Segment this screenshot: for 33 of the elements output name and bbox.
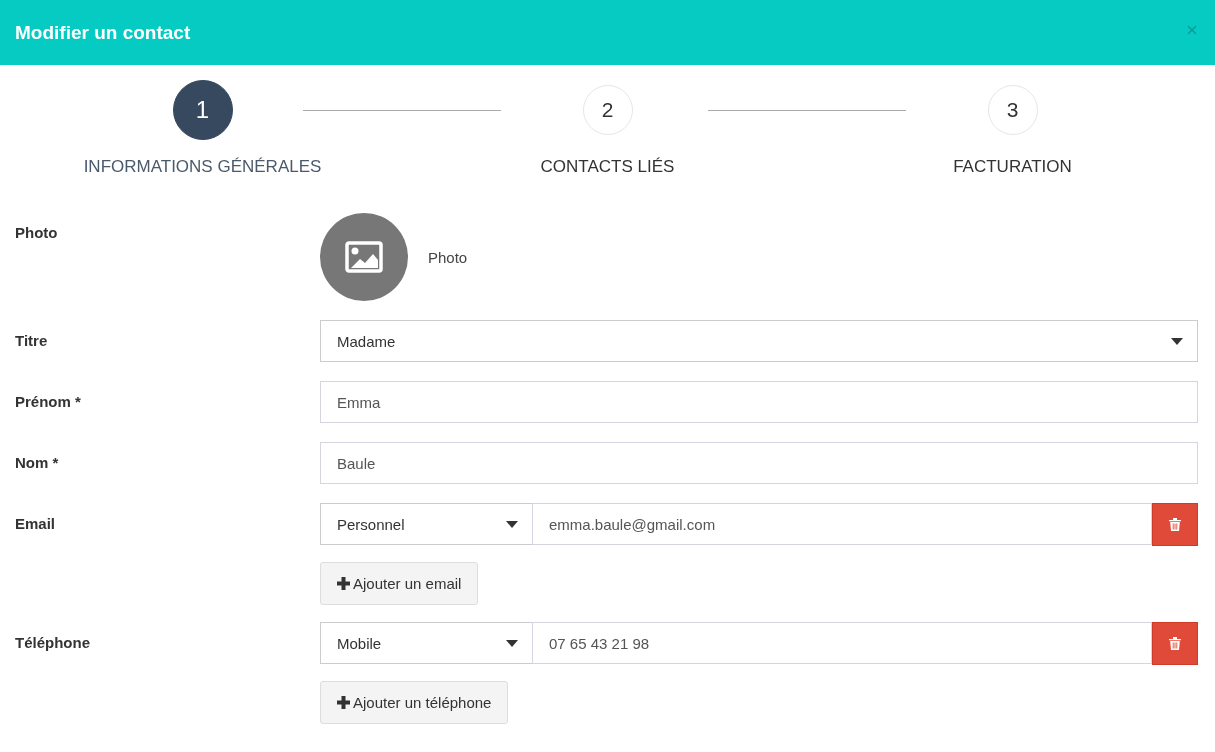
caret-icon [506,520,518,528]
step-number[interactable]: 2 [582,85,633,135]
delete-button[interactable] [1152,503,1198,546]
plus-icon [337,696,350,709]
caret-icon [1171,337,1183,345]
step-label[interactable]: CONTACTS LIÉS [540,157,675,177]
field-label: Titre [15,332,48,349]
photo-caption: Photo [428,248,468,266]
input-field[interactable]: emma.baule@gmail.com [532,503,1152,545]
add-button[interactable]: Ajouter un téléphone [320,681,509,724]
field-label: Photo [15,224,58,241]
title-select[interactable]: Madame [320,320,1198,362]
type-select[interactable]: Mobile [320,622,532,664]
field-label: Email [15,515,56,532]
step-number[interactable]: 1 [172,80,233,140]
field-label: Téléphone [15,634,90,651]
image-icon [345,241,383,273]
step-label[interactable]: FACTURATION [953,157,1072,177]
trash-icon [1169,637,1181,650]
dialog-title: Modifier un contact [15,21,191,44]
type-select[interactable]: Personnel [320,503,532,545]
input-field[interactable]: Baule [320,442,1198,484]
step-label[interactable]: INFORMATIONS GÉNÉRALES [83,157,322,177]
trash-icon [1169,518,1181,531]
delete-button[interactable] [1152,622,1198,665]
input-field[interactable]: 07 65 43 21 98 [532,622,1152,664]
field-label: Nom * [15,454,59,471]
input-field[interactable]: Emma [320,381,1198,423]
step-number[interactable]: 3 [987,85,1038,135]
caret-icon [506,639,518,647]
plus-icon [337,577,350,590]
add-button[interactable]: Ajouter un email [320,562,479,605]
field-label: Prénom * [15,393,81,410]
